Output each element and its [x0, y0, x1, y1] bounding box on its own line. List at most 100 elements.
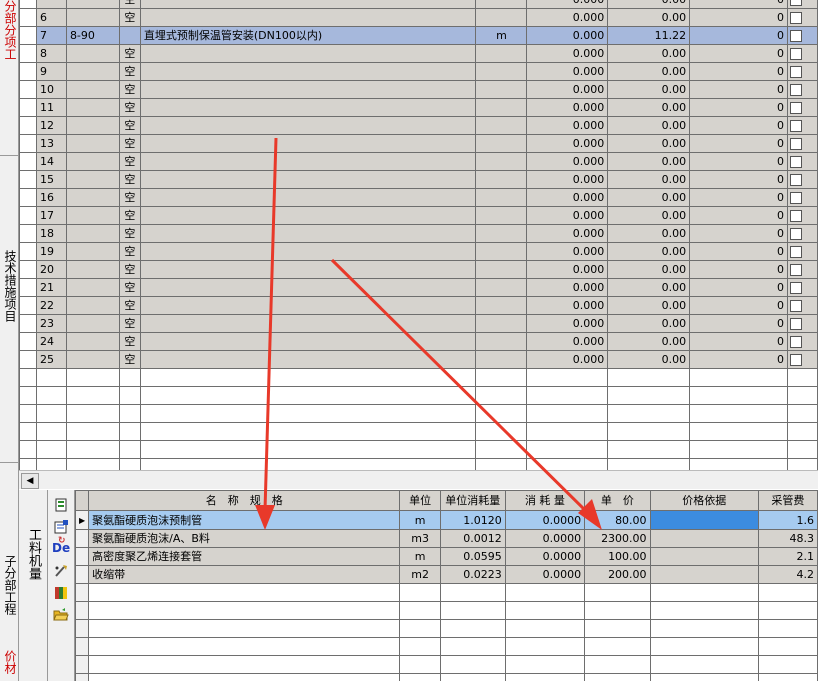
item-code[interactable] — [65, 170, 120, 189]
item-unit[interactable] — [475, 188, 528, 207]
item-type[interactable]: 空 — [118, 134, 141, 153]
item-row[interactable]: 19 空 0.000 0.00 0 — [19, 242, 818, 261]
item-unit[interactable] — [475, 152, 528, 171]
item-unit[interactable] — [475, 260, 528, 279]
resource-mgmt-fee[interactable]: 1.6 — [757, 510, 818, 530]
resource-consumption[interactable]: 0.0000 — [504, 529, 586, 548]
resource-row[interactable]: ▶ 聚氨酯硬质泡沫预制管 m 1.0120 0.0000 80.00 1.6 — [75, 510, 818, 530]
item-total[interactable]: 0 — [689, 296, 788, 315]
item-name[interactable]: 直埋式预制保温管安装(DN100以内) — [139, 26, 477, 45]
item-quantity[interactable]: 0.000 — [526, 260, 609, 279]
resource-unit-consumption[interactable]: 0.0223 — [439, 565, 506, 584]
tab-material-price[interactable]: 价材 — [2, 650, 19, 674]
item-code[interactable] — [65, 314, 120, 333]
item-total[interactable]: 0 — [689, 44, 788, 63]
item-type[interactable]: 空 — [118, 278, 141, 297]
tab-sub-project[interactable]: 子分部工程 — [2, 555, 19, 615]
item-code[interactable]: 8-90 — [65, 26, 120, 45]
item-code[interactable] — [65, 242, 120, 261]
item-total[interactable]: 0 — [689, 0, 788, 9]
item-unit-price[interactable]: 0.00 — [607, 170, 691, 189]
item-unit-price[interactable]: 0.00 — [607, 296, 691, 315]
resource-row[interactable]: 收缩带 m2 0.0223 0.0000 200.00 4.2 — [75, 565, 818, 584]
item-unit-price[interactable]: 11.22 — [607, 26, 691, 45]
resource-unit-consumption[interactable]: 0.0012 — [439, 529, 506, 548]
item-row[interactable]: 7 8-90 直埋式预制保温管安装(DN100以内) m 0.000 11.22 0 — [19, 26, 818, 45]
item-total[interactable]: 0 — [689, 242, 788, 261]
row-checkbox[interactable] — [789, 354, 802, 366]
item-type[interactable]: 空 — [118, 8, 141, 27]
row-checkbox[interactable] — [789, 102, 802, 114]
item-unit-price[interactable]: 0.00 — [607, 278, 691, 297]
de-icon[interactable]: ↻ De — [52, 536, 70, 556]
row-checkbox[interactable] — [789, 84, 802, 96]
item-unit[interactable] — [475, 278, 528, 297]
item-code[interactable] — [65, 62, 120, 81]
resource-consumption[interactable]: 0.0000 — [504, 510, 586, 530]
item-name[interactable] — [139, 152, 477, 171]
item-name[interactable] — [139, 242, 477, 261]
tab-labor-material-machine[interactable]: 工料机量 — [24, 528, 43, 580]
item-row[interactable]: 空0.0000.000 — [19, 0, 818, 9]
row-checkbox[interactable] — [789, 210, 802, 222]
item-name[interactable] — [139, 98, 477, 117]
item-quantity[interactable]: 0.000 — [526, 188, 609, 207]
item-total[interactable]: 0 — [689, 116, 788, 135]
item-name[interactable] — [139, 8, 477, 27]
item-unit-price[interactable]: 0.00 — [607, 44, 691, 63]
item-row[interactable]: 23 空 0.000 0.00 0 — [19, 314, 818, 333]
item-quantity[interactable]: 0.000 — [526, 98, 609, 117]
item-unit[interactable] — [475, 62, 528, 81]
row-checkbox[interactable] — [789, 48, 802, 60]
item-code[interactable] — [65, 152, 120, 171]
item-type[interactable]: 空 — [118, 62, 141, 81]
item-unit[interactable] — [475, 116, 528, 135]
item-type[interactable]: 空 — [118, 80, 141, 99]
row-checkbox[interactable] — [789, 300, 802, 312]
item-row[interactable]: 25 空 0.000 0.00 0 — [19, 350, 818, 369]
item-total[interactable]: 0 — [689, 206, 788, 225]
item-code[interactable] — [65, 332, 120, 351]
item-type[interactable]: 空 — [118, 242, 141, 261]
item-name[interactable] — [139, 296, 477, 315]
item-unit-price[interactable]: 0.00 — [607, 242, 691, 261]
item-total[interactable]: 0 — [689, 26, 788, 45]
item-row[interactable]: 8 空 0.000 0.00 0 — [19, 44, 818, 63]
item-total[interactable]: 0 — [689, 350, 788, 369]
item-type[interactable]: 空 — [118, 152, 141, 171]
item-unit-price[interactable]: 0.00 — [607, 188, 691, 207]
resource-unit[interactable]: m2 — [399, 565, 441, 584]
item-unit[interactable] — [475, 314, 528, 333]
item-quantity[interactable]: 0.000 — [526, 332, 609, 351]
row-checkbox[interactable] — [789, 174, 802, 186]
item-name[interactable] — [139, 134, 477, 153]
tools-icon[interactable] — [52, 564, 70, 580]
row-checkbox[interactable] — [789, 120, 802, 132]
tab-technical-measures[interactable]: 技术措施项目 — [2, 250, 19, 322]
item-unit-price[interactable]: 0.00 — [607, 0, 691, 9]
row-checkbox[interactable] — [789, 12, 802, 24]
item-unit[interactable] — [475, 0, 528, 9]
item-code[interactable] — [65, 80, 120, 99]
resource-name[interactable]: 聚氨酯硬质泡沫/A、B料 — [88, 529, 401, 548]
header-unit-price[interactable]: 单 价 — [584, 490, 651, 511]
item-unit[interactable] — [475, 170, 528, 189]
item-row[interactable]: 9 空 0.000 0.00 0 — [19, 62, 818, 81]
row-checkbox[interactable] — [789, 228, 802, 240]
item-type[interactable]: 空 — [118, 44, 141, 63]
item-unit[interactable] — [475, 80, 528, 99]
item-row[interactable]: 14 空 0.000 0.00 0 — [19, 152, 818, 171]
item-code[interactable] — [65, 188, 120, 207]
item-unit[interactable] — [475, 98, 528, 117]
item-unit[interactable] — [475, 296, 528, 315]
row-checkbox[interactable] — [789, 282, 802, 294]
item-name[interactable] — [139, 332, 477, 351]
item-row[interactable]: 12 空 0.000 0.00 0 — [19, 116, 818, 135]
item-total[interactable]: 0 — [689, 8, 788, 27]
item-total[interactable]: 0 — [689, 260, 788, 279]
item-total[interactable]: 0 — [689, 134, 788, 153]
row-checkbox[interactable] — [789, 246, 802, 258]
item-code[interactable] — [65, 8, 120, 27]
item-unit-price[interactable]: 0.00 — [607, 98, 691, 117]
row-checkbox[interactable] — [789, 156, 802, 168]
